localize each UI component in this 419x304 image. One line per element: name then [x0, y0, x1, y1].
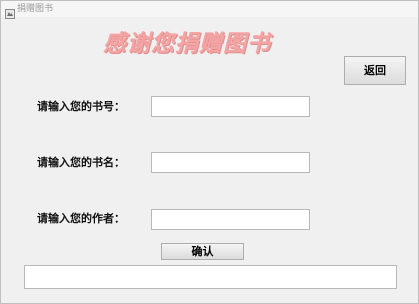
author-label: 请输入您的作者：: [37, 212, 125, 225]
back-button[interactable]: 返回: [344, 56, 406, 85]
banner-title: 感谢您捐赠图书: [103, 30, 271, 57]
author-input[interactable]: [151, 209, 310, 230]
confirm-button[interactable]: 确认: [161, 243, 244, 260]
book-number-input[interactable]: [151, 96, 310, 117]
status-field[interactable]: [24, 265, 397, 289]
book-number-label: 请输入您的书号：: [37, 100, 125, 113]
book-name-label: 请输入您的书名：: [37, 156, 125, 169]
book-name-input[interactable]: [151, 152, 310, 173]
title-bar: 捐赠图书: [1, 1, 418, 19]
donate-books-window: 捐赠图书 感谢您捐赠图书 返回 请输入您的书号： 请输入您的书名： 请输入您的作…: [0, 0, 419, 304]
java-app-icon: [5, 4, 15, 19]
window-title: 捐赠图书: [17, 4, 54, 14]
